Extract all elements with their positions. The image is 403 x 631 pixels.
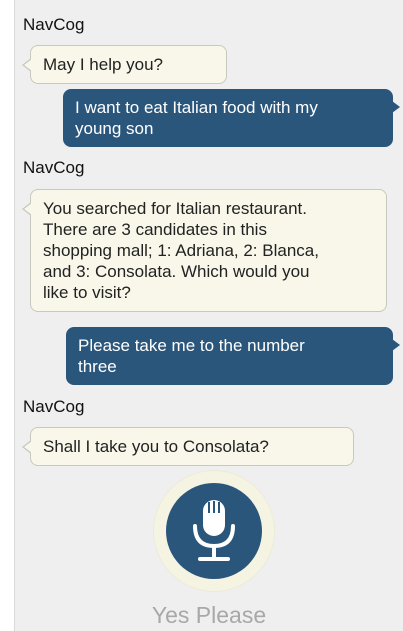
- mic-button[interactable]: [166, 483, 262, 579]
- agent-message: May I help you?: [22, 45, 227, 84]
- agent-message: Shall I take you to Consolata?: [22, 427, 354, 466]
- sender-name: NavCog: [23, 397, 85, 416]
- message-line: shopping mall; 1: Adriana, 2: Blanca,: [43, 241, 319, 260]
- user-message: I want to eat Italian food with my young…: [63, 89, 400, 147]
- message-line: and 3: Consolata. Which would you: [43, 262, 310, 281]
- message-line: Shall I take you to Consolata?: [43, 437, 269, 456]
- message-line: There are 3 candidates in this: [43, 220, 267, 239]
- sender-name: NavCog: [23, 15, 85, 34]
- message-line: three: [78, 357, 117, 376]
- voice-hint-text: Yes Please: [151, 602, 267, 628]
- message-line: You searched for Italian restaurant.: [43, 199, 307, 218]
- agent-message: You searched for Italian restaurant. The…: [22, 189, 387, 312]
- user-message: Please take me to the number three: [66, 327, 400, 385]
- microphone-icon: [193, 500, 235, 561]
- message-line: Please take me to the number: [78, 336, 305, 355]
- message-line: like to visit?: [43, 283, 131, 302]
- chat-screen: NavCog May I help you? I want to eat Ita…: [14, 0, 403, 631]
- mic-button-ring: [153, 470, 275, 592]
- message-line: May I help you?: [43, 55, 164, 74]
- sender-name: NavCog: [23, 158, 85, 177]
- message-line: I want to eat Italian food with my: [75, 98, 318, 117]
- message-line: young son: [75, 119, 154, 138]
